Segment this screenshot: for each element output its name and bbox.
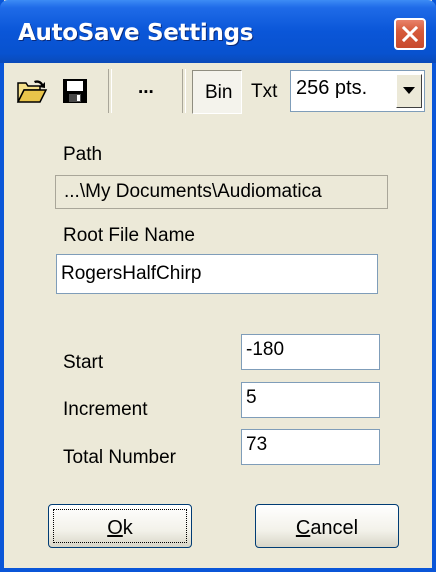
points-select[interactable]: 256 pts.: [290, 70, 425, 112]
bin-label: Bin: [205, 82, 233, 103]
cancel-mnemonic: C: [295, 517, 311, 539]
chevron-down-icon: [403, 87, 415, 94]
path-display: ...\My Documents\Audiomatica: [55, 175, 388, 209]
txt-toggle-button[interactable]: Txt: [251, 81, 277, 103]
ok-button[interactable]: Ok: [48, 504, 192, 548]
cancel-button-label: Cancel: [256, 517, 398, 540]
root-file-name-value: RogersHalfChirp: [61, 263, 202, 284]
increment-input[interactable]: 5: [241, 382, 380, 418]
points-select-value: 256 pts.: [296, 77, 368, 99]
ok-button-label: Ok: [49, 517, 191, 540]
toolbar-separator: [182, 69, 186, 113]
ok-mnemonic: O: [107, 517, 123, 539]
autosave-settings-dialog: AutoSave Settings ... Bin Txt 256 pts. P…: [0, 0, 436, 572]
start-label: Start: [63, 352, 104, 373]
floppy-disk-icon[interactable]: [62, 78, 88, 104]
toolbar-separator: [108, 69, 112, 113]
total-number-label: Total Number: [63, 447, 176, 468]
path-value: ...\My Documents\Audiomatica: [64, 181, 322, 202]
toolbar: ... Bin Txt 256 pts.: [4, 63, 432, 125]
cancel-rest: ancel: [310, 517, 359, 539]
close-button[interactable]: [394, 18, 426, 50]
start-input[interactable]: -180: [241, 334, 380, 370]
bin-toggle-button[interactable]: Bin: [192, 70, 242, 114]
cancel-button[interactable]: Cancel: [255, 504, 399, 548]
total-number-input[interactable]: 73: [241, 429, 380, 465]
start-value: -180: [246, 339, 285, 360]
ok-rest: k: [122, 517, 133, 539]
points-select-arrow[interactable]: [396, 74, 422, 108]
title-bar[interactable]: AutoSave Settings: [0, 0, 436, 63]
window-title: AutoSave Settings: [18, 20, 254, 46]
close-icon: [402, 26, 418, 42]
total-number-value: 73: [246, 434, 268, 455]
increment-label: Increment: [63, 399, 148, 420]
open-folder-icon[interactable]: [16, 79, 48, 105]
increment-value: 5: [246, 387, 257, 408]
root-file-name-input[interactable]: RogersHalfChirp: [56, 254, 378, 294]
root-file-name-label: Root File Name: [63, 225, 195, 246]
path-label: Path: [63, 144, 103, 165]
browse-button[interactable]: ...: [138, 77, 154, 99]
